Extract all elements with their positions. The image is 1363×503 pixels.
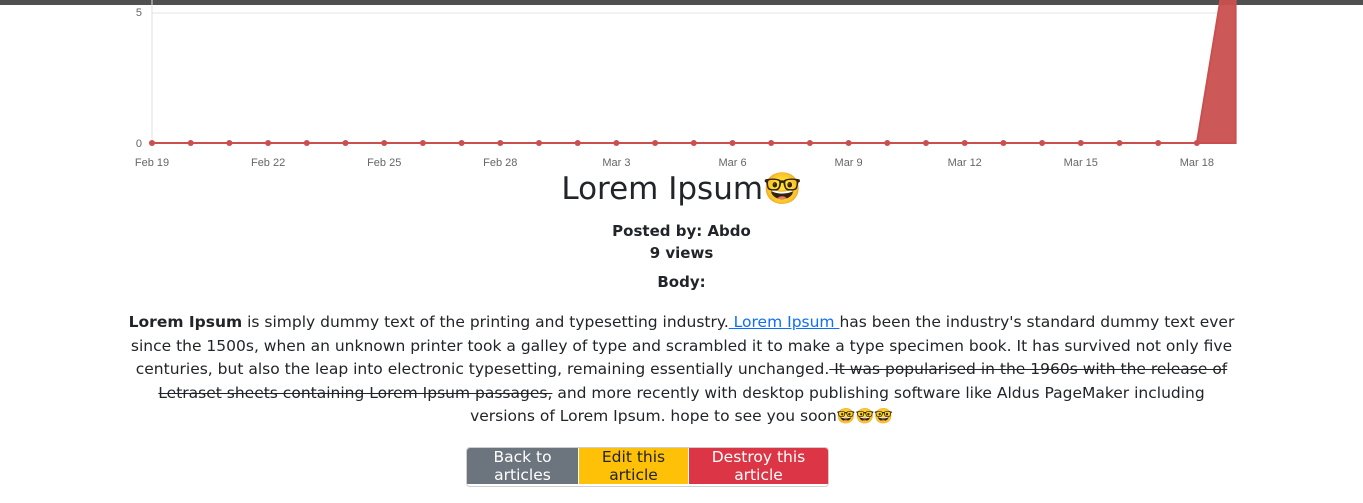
- data-point: [149, 140, 155, 146]
- data-point: [1116, 140, 1123, 146]
- data-point: [187, 140, 194, 146]
- data-point: [1000, 140, 1007, 146]
- x-tick-label: Mar 9: [835, 157, 863, 169]
- x-tick-label: Mar 3: [602, 157, 630, 169]
- data-point: [1039, 140, 1046, 146]
- views-chart: 0 5 Feb 19 Feb 22 Feb 25 Feb 28 Mar 3 Mar 6 Mar …: [135, 0, 1237, 169]
- data-point: [845, 140, 852, 146]
- x-tick-label: Mar 18: [1180, 157, 1214, 169]
- data-point: [419, 140, 426, 146]
- view-count: 9 views: [649, 244, 714, 262]
- data-point: [1077, 140, 1084, 146]
- x-tick-label: Feb 28: [483, 157, 517, 169]
- nerd-face-emoji-icon: 🤓: [763, 171, 802, 207]
- data-point: [536, 140, 542, 146]
- body-label: Body:: [657, 273, 706, 291]
- y-tick-label: 5: [136, 7, 142, 19]
- x-tick-label: Mar 6: [718, 157, 746, 169]
- article-body: Lorem Ipsum is simply dummy text of the …: [128, 313, 1235, 425]
- back-to-articles-button[interactable]: Back to articles: [467, 448, 578, 484]
- data-point: [923, 140, 929, 146]
- data-point: [1155, 140, 1162, 146]
- x-tick-label: Feb 19: [135, 157, 169, 169]
- x-tick-label: Feb 25: [367, 157, 401, 169]
- data-point: [342, 140, 349, 146]
- x-tick-label: Mar 15: [1064, 157, 1098, 169]
- data-point: [961, 140, 968, 146]
- data-point: [303, 140, 310, 146]
- data-point: [381, 140, 388, 146]
- data-point: [458, 140, 465, 146]
- article-actions: Back to articles Edit this article Destr…: [466, 447, 829, 487]
- y-tick-label: 0: [136, 138, 142, 150]
- x-tick-label: Mar 12: [948, 157, 982, 169]
- data-point: [884, 140, 891, 146]
- data-point: [1193, 140, 1200, 146]
- views-series-area: [152, 0, 1237, 144]
- data-point: [690, 140, 697, 146]
- data-point: [652, 140, 659, 146]
- article-title: Lorem Ipsum🤓: [561, 171, 802, 207]
- data-point: [729, 140, 736, 146]
- destroy-article-button[interactable]: Destroy this article: [688, 448, 828, 484]
- body-bold-term: Lorem Ipsum: [128, 313, 243, 331]
- nerd-face-emojis-icon: 🤓🤓🤓: [836, 407, 893, 425]
- data-point: [806, 140, 813, 146]
- data-point: [497, 140, 504, 146]
- lorem-ipsum-link[interactable]: Lorem Ipsum: [729, 313, 840, 331]
- data-point: [768, 140, 775, 146]
- x-tick-label: Feb 22: [251, 157, 285, 169]
- edit-article-button[interactable]: Edit this article: [578, 448, 688, 484]
- data-point: [574, 140, 581, 146]
- data-point: [226, 140, 233, 146]
- data-point: [613, 140, 620, 146]
- posted-by: Posted by: Abdo: [612, 222, 751, 240]
- data-point: [265, 140, 272, 146]
